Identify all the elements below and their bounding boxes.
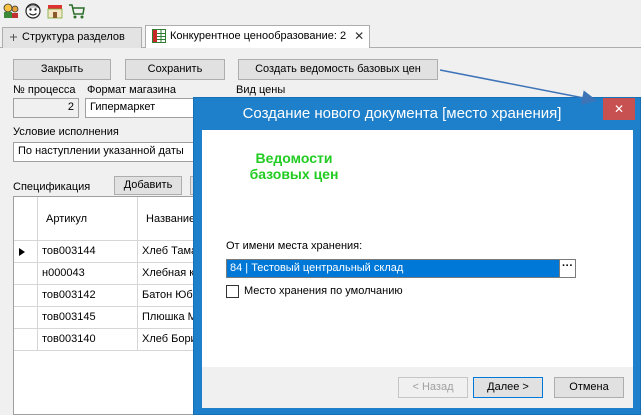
cell-article[interactable]: тов003145 [38, 307, 138, 329]
price-type-label: Вид цены [236, 84, 286, 96]
process-number-label: № процесса [13, 84, 76, 96]
table-row[interactable]: тов003142 Батон Юби [14, 285, 197, 307]
tab-competitive-pricing[interactable]: Конкурентное ценообразование: 2 ✕ [145, 25, 370, 49]
dialog-footer: < Назад Далее > Отмена [202, 367, 633, 408]
grid-header: Артикул Название [14, 197, 197, 241]
dialog-close-button[interactable]: ✕ [603, 98, 635, 120]
tab-strip: Структура разделов Конкурентное ценообра… [0, 24, 641, 49]
cell-article[interactable]: тов003144 [38, 241, 138, 263]
process-number-field[interactable]: 2 [13, 98, 79, 118]
column-header-name[interactable]: Название [138, 197, 197, 241]
cell-name[interactable]: Хлебная к [138, 263, 197, 285]
condition-value: По наступлении указанной даты [18, 145, 184, 157]
condition-label: Условие исполнения [13, 126, 119, 138]
table-row[interactable]: тов003144 Хлеб Тама [14, 241, 197, 263]
next-button[interactable]: Далее > [473, 377, 543, 398]
cell-name[interactable]: Батон Юби [138, 285, 197, 307]
close-icon: ✕ [613, 102, 625, 116]
storage-location-label: От имени места хранения: [226, 240, 363, 252]
cell-name[interactable]: Плюшка М [138, 307, 197, 329]
close-button[interactable]: Закрыть [13, 59, 111, 80]
row-selector[interactable] [14, 307, 38, 329]
storage-location-combo[interactable]: 84 | Тестовый центральный склад ··· [226, 259, 576, 278]
users-icon[interactable] [2, 2, 20, 20]
cell-article[interactable]: тов003140 [38, 329, 138, 351]
store-icon[interactable] [46, 2, 64, 20]
create-base-price-sheet-button[interactable]: Создать ведомость базовых цен [238, 59, 438, 80]
store-format-label: Формат магазина [87, 84, 176, 96]
back-button[interactable]: < Назад [398, 377, 468, 398]
specification-label: Спецификация [13, 181, 91, 193]
current-row-icon [19, 248, 25, 256]
ellipsis-icon[interactable]: ··· [559, 260, 575, 277]
tab-label: Структура разделов [22, 31, 125, 44]
cell-article[interactable]: н000043 [38, 263, 138, 285]
dialog-body: Ведомости базовых цен От имени места хра… [202, 130, 633, 408]
storage-location-value: 84 | Тестовый центральный склад [230, 262, 404, 274]
grid-corner [14, 197, 38, 241]
default-storage-checkbox[interactable] [226, 285, 239, 298]
table-row[interactable]: тов003140 Хлеб Бори [14, 329, 197, 351]
save-button[interactable]: Сохранить [125, 59, 225, 80]
table-row[interactable]: тов003145 Плюшка М [14, 307, 197, 329]
store-format-field[interactable]: Гипермаркет [85, 98, 195, 118]
tab-close-icon[interactable]: ✕ [354, 29, 364, 43]
add-button[interactable]: Добавить [114, 176, 182, 195]
tab-label: Конкурентное ценообразование: 2 [170, 30, 347, 42]
row-selector[interactable] [14, 263, 38, 285]
spreadsheet-icon [152, 29, 166, 43]
new-document-dialog: Создание нового документа [место хранени… [193, 97, 641, 415]
document-type-note: Ведомости базовых цен [249, 150, 339, 182]
table-row[interactable]: н000043 Хлебная к [14, 263, 197, 285]
cell-name[interactable]: Хлеб Тама [138, 241, 197, 263]
row-selector[interactable] [14, 285, 38, 307]
pin-icon [10, 33, 17, 41]
row-selector[interactable] [14, 329, 38, 351]
face-icon[interactable] [24, 2, 42, 20]
default-storage-label: Место хранения по умолчанию [244, 285, 403, 297]
cart-icon[interactable] [68, 2, 86, 20]
condition-select[interactable]: По наступлении указанной даты [13, 142, 195, 162]
main-toolbar [0, 0, 641, 24]
cell-article[interactable]: тов003142 [38, 285, 138, 307]
column-header-article[interactable]: Артикул [38, 197, 138, 241]
cancel-button[interactable]: Отмена [554, 377, 624, 398]
dialog-title: Создание нового документа [место хранени… [242, 105, 562, 122]
row-selector[interactable] [14, 241, 38, 263]
cell-name[interactable]: Хлеб Бори [138, 329, 197, 351]
tab-structure[interactable]: Структура разделов [2, 27, 142, 48]
specification-grid: Артикул Название тов003144 Хлеб Тама н00… [13, 196, 198, 415]
